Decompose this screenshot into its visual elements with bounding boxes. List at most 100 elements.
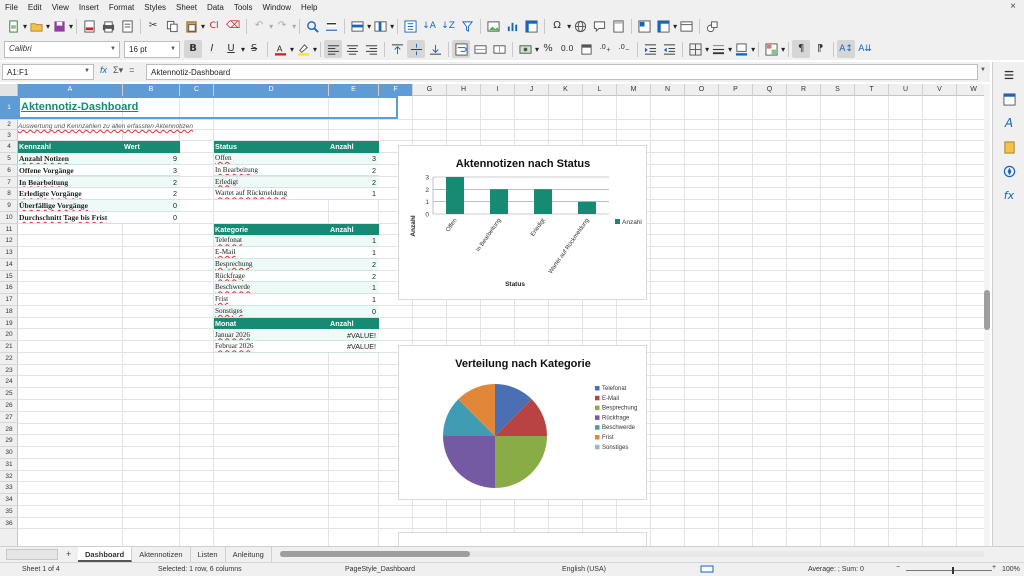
sidebar-menu-icon[interactable] <box>1000 66 1018 84</box>
kpi-row-label[interactable]: Offene Vorgänge <box>18 164 123 177</box>
chart-frame-partial[interactable] <box>398 532 647 546</box>
zoom-slider-knob[interactable] <box>952 567 954 574</box>
vertical-scrollbar[interactable] <box>984 84 990 546</box>
monat_table-header-value[interactable]: Anzahl <box>329 317 379 330</box>
column-icon[interactable] <box>371 17 389 35</box>
row-header-32[interactable]: 32 <box>0 471 18 483</box>
row-header-19[interactable]: 19 <box>0 318 18 330</box>
save-icon[interactable] <box>50 17 68 35</box>
merge-center-icon[interactable] <box>471 40 489 58</box>
highlight-dropdown-icon[interactable]: ▾ <box>313 45 317 54</box>
number-format-icon[interactable]: 0.0 <box>558 40 576 58</box>
column-header-q[interactable]: Q <box>753 84 787 96</box>
font-name-combobox[interactable]: Calibri ▼ <box>4 40 120 58</box>
italic-icon[interactable]: I <box>203 40 221 58</box>
status_table-row-label[interactable]: Offen <box>214 153 329 165</box>
date-format-icon[interactable] <box>577 40 595 58</box>
status-page-style[interactable]: PageStyle_Dashboard <box>345 566 415 573</box>
column-header-h[interactable]: H <box>447 84 481 96</box>
row-header-17[interactable]: 17 <box>0 294 18 306</box>
sort-ascending-icon[interactable]: ↓A <box>420 17 438 35</box>
row-header-26[interactable]: 26 <box>0 400 18 412</box>
column-header-i[interactable]: I <box>481 84 515 96</box>
row-header-6[interactable]: 6 <box>0 165 18 177</box>
currency-format-icon[interactable] <box>516 40 534 58</box>
font-color-icon[interactable]: A <box>271 40 289 58</box>
unmerge-icon[interactable] <box>490 40 508 58</box>
status_table-row-label[interactable]: In Bearbeitung <box>214 164 329 177</box>
menu-styles[interactable]: Styles <box>139 3 171 12</box>
sort-icon[interactable] <box>401 17 419 35</box>
kategorie_table-header-label[interactable]: Kategorie <box>214 223 329 236</box>
kpi-row-label[interactable]: Überfällige Vorgänge <box>18 200 123 212</box>
row-header-2[interactable]: 2 <box>0 120 18 130</box>
dashboard-title[interactable]: Aktennotiz-Dashboard <box>18 96 398 119</box>
print-preview-icon[interactable] <box>118 17 136 35</box>
menu-edit[interactable]: Edit <box>23 3 47 12</box>
save-dropdown-icon[interactable]: ▾ <box>69 22 73 31</box>
define-print-area-icon[interactable] <box>635 17 653 35</box>
kategorie_table-row-label[interactable]: Rückfrage <box>214 270 329 283</box>
insert-image-icon[interactable] <box>484 17 502 35</box>
menu-view[interactable]: View <box>47 3 74 12</box>
status_table-row-label[interactable]: Erledigt <box>214 176 329 189</box>
kategorie_table-row-value[interactable]: 0 <box>329 306 379 318</box>
border-style-icon[interactable] <box>709 40 727 58</box>
row-header-28[interactable]: 28 <box>0 424 18 436</box>
align-right-icon[interactable] <box>362 40 380 58</box>
row-header-31[interactable]: 31 <box>0 459 18 471</box>
highlight-color-icon[interactable] <box>294 40 312 58</box>
menu-file[interactable]: File <box>0 3 23 12</box>
sheet-tab-listen[interactable]: Listen <box>191 547 226 562</box>
new-document-icon[interactable] <box>4 17 22 35</box>
menu-window[interactable]: Window <box>258 3 296 12</box>
comment-icon[interactable] <box>590 17 608 35</box>
freeze-rows-columns-icon[interactable] <box>654 17 672 35</box>
percent-format-icon[interactable]: % <box>539 40 557 58</box>
close-document-icon[interactable]: × <box>1010 1 1016 12</box>
formula-icon[interactable]: = <box>129 65 134 76</box>
row-header-3[interactable]: 3 <box>0 130 18 142</box>
center-vertically-icon[interactable] <box>407 40 426 58</box>
copy-icon[interactable] <box>163 17 181 35</box>
column-header-o[interactable]: O <box>685 84 719 96</box>
kpi-row-value[interactable]: 0 <box>123 211 180 224</box>
redo-dropdown-icon[interactable]: ▾ <box>292 22 296 31</box>
horizontal-scroll-thumb[interactable] <box>280 551 470 557</box>
monat_table-row-label[interactable]: Februar 2026 <box>214 341 329 353</box>
kategorie_table-row-value[interactable]: 1 <box>329 282 379 295</box>
row-header-21[interactable]: 21 <box>0 341 18 353</box>
zoom-slider[interactable] <box>906 570 992 571</box>
horizontal-scrollbar[interactable] <box>280 551 984 557</box>
kategorie_table-header-value[interactable]: Anzahl <box>329 223 379 236</box>
row-header-34[interactable]: 34 <box>0 494 18 506</box>
font-name-dropdown-icon[interactable]: ▼ <box>110 46 116 52</box>
kategorie_table-row-value[interactable]: 2 <box>329 270 379 283</box>
kategorie_table-row-value[interactable]: 1 <box>329 235 379 248</box>
row-header-33[interactable]: 33 <box>0 482 18 495</box>
text-direction-vertical-icon[interactable]: A⇊ <box>856 40 874 58</box>
row-header-5[interactable]: 5 <box>0 153 18 165</box>
kpi-row-value[interactable]: 2 <box>123 188 180 200</box>
monat_table-row-label[interactable]: Januar 2026 <box>214 329 329 342</box>
status_table-header-value[interactable]: Anzahl <box>329 141 379 153</box>
status_table-row-value[interactable]: 1 <box>329 188 379 200</box>
row-header-20[interactable]: 20 <box>0 329 18 342</box>
menu-sheet[interactable]: Sheet <box>171 3 202 12</box>
borders-icon[interactable] <box>686 40 704 58</box>
split-window-icon[interactable] <box>677 17 695 35</box>
properties-icon[interactable] <box>1000 90 1018 108</box>
row-header-29[interactable]: 29 <box>0 435 18 447</box>
status_table-row-value[interactable]: 2 <box>329 176 379 189</box>
kategorie_table-row-label[interactable]: Beschwerde <box>214 282 329 295</box>
add-sheet-icon[interactable]: + <box>66 549 71 559</box>
border-color-icon[interactable] <box>732 40 750 58</box>
status_table-row-value[interactable]: 2 <box>329 164 379 177</box>
column-header-b[interactable]: B <box>123 84 180 96</box>
status-bar-chart[interactable]: Aktennotizen nach Status 0 1 2 3 Offen In Bear… <box>398 145 647 300</box>
conditional-format-dropdown-icon[interactable]: ▾ <box>781 45 785 54</box>
left-to-right-icon[interactable]: ¶ <box>792 40 811 58</box>
kpi-row-label[interactable]: Erledigte Vorgänge <box>18 188 123 200</box>
pie-chart-slice[interactable] <box>495 436 547 488</box>
monat_table-header-label[interactable]: Monat <box>214 317 329 330</box>
